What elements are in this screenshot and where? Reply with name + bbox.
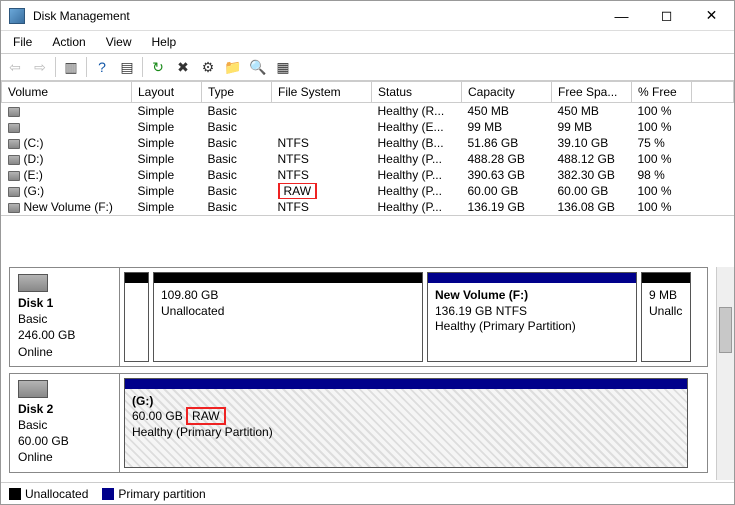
legend-swatch [102,488,114,500]
maximize-button[interactable]: ◻ [644,1,689,30]
app-icon [9,8,25,24]
volume-label: (E:) [24,168,43,182]
legend-swatch [9,488,21,500]
volume-table[interactable]: VolumeLayoutTypeFile SystemStatusCapacit… [1,81,734,216]
extent-body: 9 MBUnallc [642,283,690,361]
menu-action[interactable]: Action [44,33,93,51]
table-row[interactable]: (C:)SimpleBasicNTFSHealthy (B...51.86 GB… [2,135,734,151]
volume-icon [8,171,20,181]
volume-label: New Volume (F:) [24,200,113,214]
table-row[interactable]: SimpleBasicHealthy (R...450 MB450 MB100 … [2,103,734,120]
remove-icon[interactable]: ✖ [171,55,195,79]
disk-icon [18,274,48,292]
disk-icon [18,380,48,398]
extent-body: (G:)60.00 GB RAWHealthy (Primary Partiti… [125,389,687,467]
extent-body: New Volume (F:)136.19 GB NTFSHealthy (Pr… [428,283,636,361]
back-icon: ⇦ [3,55,27,79]
fs-highlight: RAW [278,183,318,199]
extent-unallocated-bar [154,273,422,283]
legend-item: Unallocated [9,487,88,501]
volume-label: (C:) [24,136,44,150]
scrollbar-thumb[interactable] [719,307,732,353]
extent-body: 109.80 GBUnallocated [154,283,422,361]
volume-icon [8,155,20,165]
show-hide-icon[interactable]: ▥ [59,55,83,79]
col-header[interactable]: % Free [632,82,692,103]
extent[interactable]: New Volume (F:)136.19 GB NTFSHealthy (Pr… [427,272,637,362]
folder-icon[interactable]: 📁 [221,55,245,79]
menu-view[interactable]: View [98,33,140,51]
col-header[interactable]: Capacity [462,82,552,103]
col-header[interactable]: Volume [2,82,132,103]
volume-icon [8,123,20,133]
col-header[interactable]: Free Spa... [552,82,632,103]
extent-body [125,283,148,361]
forward-icon: ⇨ [28,55,52,79]
disk-header: Disk 1Basic246.00 GBOnline [10,268,120,366]
table-row[interactable]: (E:)SimpleBasicNTFSHealthy (P...390.63 G… [2,167,734,183]
extent[interactable]: 9 MBUnallc [641,272,691,362]
extent-unallocated-bar [125,273,148,283]
disk-graphical-view: Disk 1Basic246.00 GBOnline 109.80 GBUnall… [1,267,734,480]
volume-icon [8,107,20,117]
toolbar: ⇦ ⇨ ▥ ? ▤ ↻ ✖ ⚙ 📁 🔍 ▦ [1,53,734,81]
properties-icon[interactable]: ▤ [115,55,139,79]
disk-row[interactable]: Disk 2Basic60.00 GBOnline(G:)60.00 GB RA… [9,373,708,473]
volume-icon [8,187,20,197]
volume-label: (D:) [24,152,44,166]
table-row[interactable]: (D:)SimpleBasicNTFSHealthy (P...488.28 G… [2,151,734,167]
title-bar: Disk Management ― ◻ ✕ [1,1,734,31]
extent-primary-bar [428,273,636,283]
extent[interactable]: (G:)60.00 GB RAWHealthy (Primary Partiti… [124,378,688,468]
volume-icon [8,139,20,149]
legend: Unallocated Primary partition [1,482,734,504]
menu-file[interactable]: File [5,33,40,51]
extent-primary-bar [125,379,687,389]
extent[interactable] [124,272,149,362]
wizard-icon[interactable]: ▦ [271,55,295,79]
vertical-scrollbar[interactable] [716,267,734,480]
col-header[interactable]: Status [372,82,462,103]
volume-icon [8,203,20,213]
window-title: Disk Management [33,9,599,23]
col-header[interactable]: Type [202,82,272,103]
volume-label: (G:) [24,184,45,198]
table-row[interactable]: SimpleBasicHealthy (E...99 MB99 MB100 % [2,119,734,135]
extent[interactable]: 109.80 GBUnallocated [153,272,423,362]
minimize-button[interactable]: ― [599,1,644,30]
disk-header: Disk 2Basic60.00 GBOnline [10,374,120,472]
search-icon[interactable]: 🔍 [246,55,270,79]
refresh-icon[interactable]: ↻ [146,55,170,79]
settings-icon[interactable]: ⚙ [196,55,220,79]
table-row[interactable]: New Volume (F:)SimpleBasicNTFSHealthy (P… [2,199,734,215]
col-header[interactable]: Layout [132,82,202,103]
help-icon[interactable]: ? [90,55,114,79]
close-button[interactable]: ✕ [689,1,734,30]
menu-help[interactable]: Help [144,33,185,51]
extent-unallocated-bar [642,273,690,283]
disk-row[interactable]: Disk 1Basic246.00 GBOnline 109.80 GBUnall… [9,267,708,367]
table-row[interactable]: (G:)SimpleBasicRAWHealthy (P...60.00 GB6… [2,183,734,199]
menu-bar: FileAction ViewHelp [1,31,734,53]
col-header[interactable]: File System [272,82,372,103]
legend-item: Primary partition [102,487,205,501]
